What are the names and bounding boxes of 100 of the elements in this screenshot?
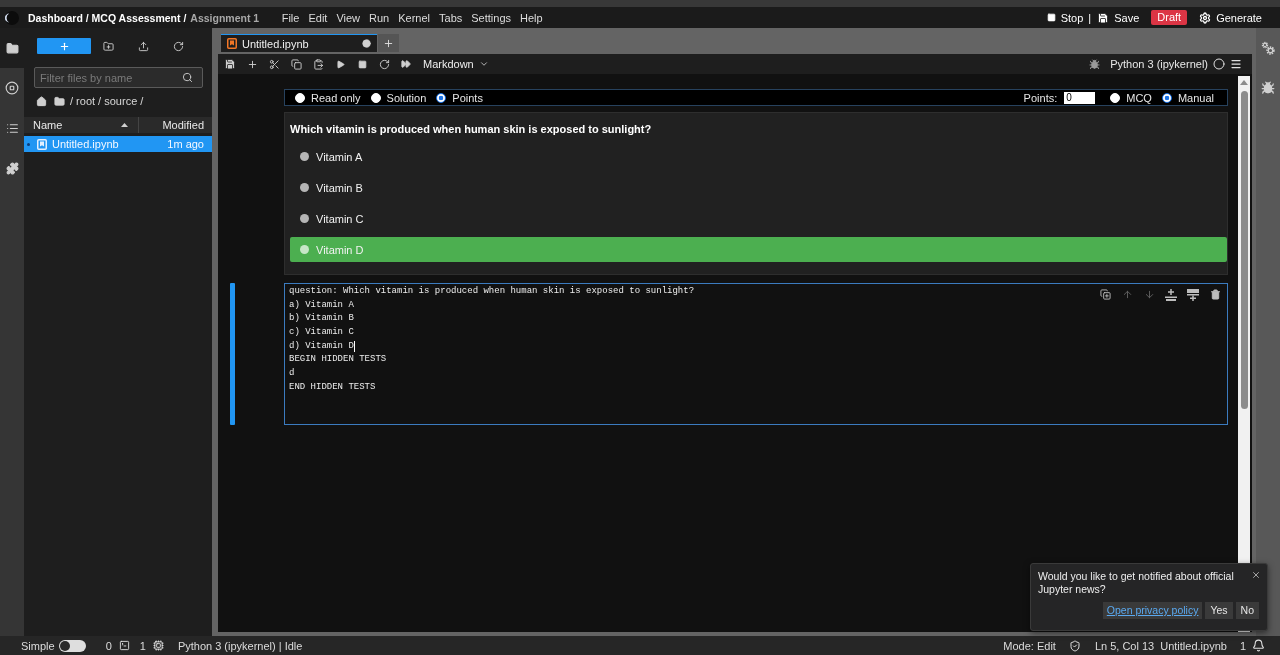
privacy-policy-link[interactable]: Open privacy policy bbox=[1102, 602, 1203, 619]
menu-item[interactable]: File bbox=[277, 11, 304, 24]
generate-button[interactable]: Generate bbox=[1199, 11, 1262, 24]
bullet-icon bbox=[300, 214, 309, 223]
radio-label: Solution bbox=[386, 91, 427, 104]
new-tab-button[interactable] bbox=[378, 34, 399, 52]
file-name: Untitled.ipynb bbox=[1160, 639, 1227, 652]
folder-icon[interactable] bbox=[54, 95, 65, 107]
chevron-down-icon bbox=[478, 59, 489, 69]
filter-field[interactable]: Filter files by name bbox=[34, 67, 203, 88]
scroll-up-icon[interactable] bbox=[1240, 80, 1248, 85]
notification-button[interactable]: No bbox=[1235, 602, 1259, 619]
menu-item[interactable]: View bbox=[331, 11, 365, 24]
menu-item[interactable]: Settings bbox=[466, 11, 516, 24]
plus-icon[interactable] bbox=[246, 58, 258, 70]
stop-circle-icon bbox=[5, 81, 19, 95]
logo-icon bbox=[5, 10, 19, 25]
folder-icon bbox=[5, 41, 19, 55]
radio-label: MCQ bbox=[1126, 91, 1152, 104]
upload-icon[interactable] bbox=[138, 40, 149, 52]
radio-label: Points bbox=[452, 91, 483, 104]
answer-option[interactable]: Vitamin B bbox=[290, 175, 1227, 200]
gears-icon[interactable] bbox=[1261, 41, 1275, 55]
code-line: a) Vitamin A bbox=[289, 298, 354, 312]
menu-item[interactable]: Run bbox=[364, 11, 394, 24]
radio-button[interactable] bbox=[436, 92, 447, 103]
points-label: Points: bbox=[1023, 91, 1058, 104]
terminal-icon bbox=[118, 640, 130, 651]
code-line: END HIDDEN TESTS bbox=[289, 380, 376, 394]
column-header[interactable]: Modified bbox=[139, 117, 212, 133]
radio-button[interactable] bbox=[1161, 92, 1172, 103]
bullet-icon bbox=[300, 183, 309, 192]
puzzle-icon bbox=[5, 161, 19, 175]
insert-above-icon[interactable] bbox=[1165, 289, 1177, 301]
code-line: BEGIN HIDDEN TESTS bbox=[289, 353, 387, 367]
kernel-status[interactable]: Python 3 (ipykernel) | Idle bbox=[177, 639, 303, 652]
fast-forward-icon[interactable] bbox=[401, 59, 411, 69]
scrollbar-thumb[interactable] bbox=[1240, 91, 1248, 409]
bell-icon[interactable] bbox=[1252, 639, 1265, 652]
radio-label: Read only bbox=[311, 91, 361, 104]
file-name: Untitled.ipynb bbox=[52, 138, 119, 150]
plus-icon bbox=[383, 37, 394, 49]
menu-item[interactable]: Edit bbox=[303, 11, 332, 24]
code-editor[interactable]: question: Which vitamin is produced when human skin is exposed to sunlight? a) Vitamin A b) Vitamin B c) Vitamin C d) Vitamin D BEGIN HIDDEN TESTS d END HIDDEN TESTS bbox=[284, 283, 1228, 425]
cut-icon[interactable] bbox=[268, 58, 280, 70]
answer-option[interactable]: Vitamin C bbox=[290, 206, 1227, 231]
copy-icon[interactable] bbox=[290, 58, 302, 70]
bug-icon[interactable] bbox=[1089, 58, 1101, 70]
play-icon[interactable] bbox=[335, 59, 345, 69]
save-button[interactable]: Save bbox=[1097, 11, 1140, 24]
insert-below-icon[interactable] bbox=[1187, 289, 1199, 301]
cursor-position[interactable]: Ln 5, Col 13 bbox=[1094, 639, 1155, 652]
notification-count[interactable]: 1 bbox=[1239, 639, 1246, 652]
toggle-label: Simple bbox=[21, 639, 55, 652]
breadcrumb-item[interactable]: Assignment 1 bbox=[190, 11, 260, 24]
paste-icon[interactable] bbox=[312, 58, 324, 70]
breadcrumb-item[interactable]: Dashboard / MCQ Assessment / bbox=[28, 11, 187, 24]
points-input[interactable]: 0 bbox=[1064, 91, 1096, 104]
answer-option[interactable]: Vitamin A bbox=[290, 144, 1227, 169]
simple-mode-toggle[interactable] bbox=[58, 639, 86, 652]
search-icon bbox=[182, 72, 193, 83]
menu-item[interactable]: Kernel bbox=[393, 11, 435, 24]
radio-label: Manual bbox=[1177, 91, 1214, 104]
column-header[interactable]: Name bbox=[24, 117, 139, 133]
new-folder-icon[interactable] bbox=[103, 40, 114, 52]
menu-item[interactable]: Help bbox=[515, 11, 548, 24]
save-icon[interactable] bbox=[224, 58, 236, 70]
divider-text: | bbox=[1088, 11, 1092, 24]
notebook-tab[interactable]: Untitled.ipynb bbox=[221, 34, 377, 52]
code-line: c) Vitamin C bbox=[289, 326, 354, 340]
status-badge: Draft bbox=[1151, 10, 1188, 25]
restart-icon[interactable] bbox=[378, 58, 390, 70]
chip-icon bbox=[152, 640, 164, 651]
gear-icon bbox=[1199, 11, 1212, 24]
terminal-count[interactable]: 0 bbox=[105, 639, 112, 652]
save-icon bbox=[1097, 11, 1110, 24]
refresh-icon[interactable] bbox=[173, 40, 184, 52]
close-icon[interactable] bbox=[1251, 570, 1261, 580]
kernel-name[interactable]: Python 3 (ipykernel) bbox=[1110, 58, 1208, 70]
notification-button[interactable]: Yes bbox=[1205, 602, 1233, 619]
list-icon bbox=[5, 121, 19, 135]
kernel-count[interactable]: 1 bbox=[139, 639, 146, 652]
bug-icon[interactable] bbox=[1261, 81, 1275, 95]
trash-icon[interactable] bbox=[1209, 289, 1221, 300]
stop-button[interactable]: Stop bbox=[1046, 11, 1084, 24]
stop-icon bbox=[1046, 13, 1056, 22]
duplicate-icon[interactable] bbox=[1099, 289, 1111, 300]
menu-item[interactable]: Tabs bbox=[434, 11, 467, 24]
menu-icon[interactable] bbox=[1230, 58, 1242, 70]
stop-icon[interactable] bbox=[357, 59, 367, 69]
code-line: question: Which vitamin is produced when human skin is exposed to sunlight? bbox=[289, 285, 695, 298]
path-text: / root / source / bbox=[70, 95, 144, 107]
notification-message: Would you like to get notified about official Jupyter news? bbox=[1038, 570, 1235, 596]
unsaved-dot-icon[interactable] bbox=[362, 39, 371, 48]
cell-type-dropdown[interactable]: Markdown bbox=[423, 58, 489, 70]
plus-icon bbox=[58, 40, 70, 52]
code-line: d bbox=[289, 367, 295, 381]
notebook-icon bbox=[37, 138, 47, 150]
home-icon[interactable] bbox=[36, 95, 47, 107]
code-line: b) Vitamin B bbox=[289, 312, 354, 326]
